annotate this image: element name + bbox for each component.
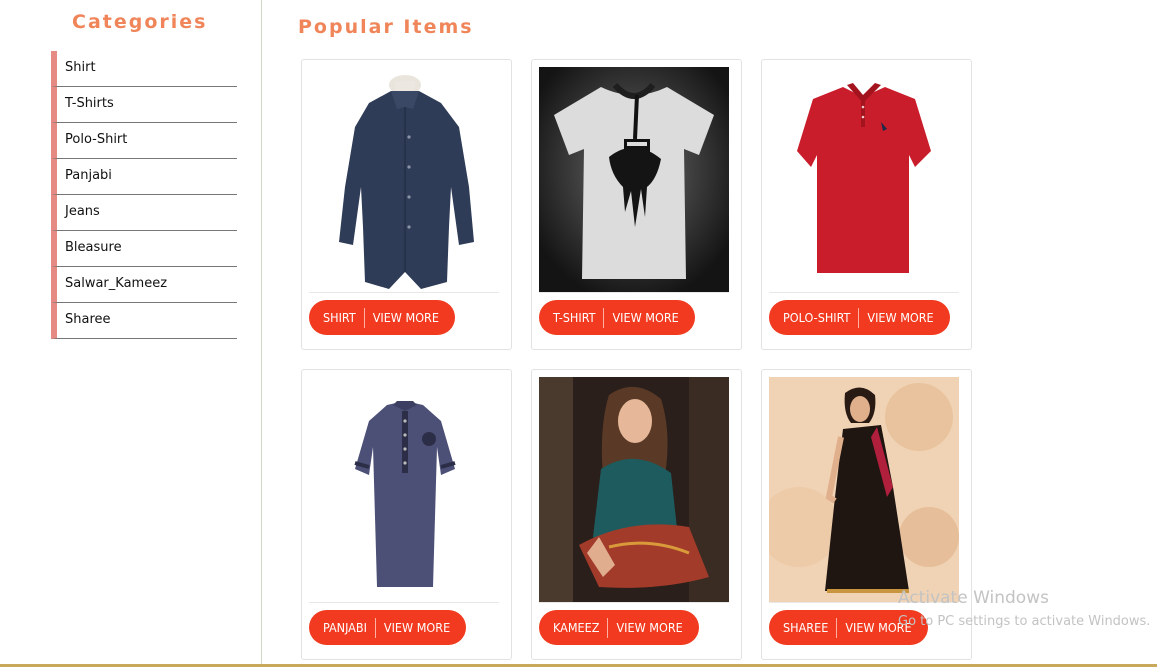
view-more-button[interactable]: VIEW MORE — [867, 310, 933, 325]
sidebar: Categories Shirt T-Shirts Polo-Shirt Pan… — [0, 0, 262, 667]
product-action-pill: T-SHIRT VIEW MORE — [539, 300, 695, 335]
product-action-pill: POLO-SHIRT VIEW MORE — [769, 300, 950, 335]
product-image-t-shirt[interactable] — [539, 67, 729, 292]
product-image-sharee[interactable] — [769, 377, 959, 602]
view-more-button[interactable]: VIEW MORE — [373, 310, 439, 325]
sidebar-item-jeans[interactable]: Jeans — [51, 195, 237, 231]
sidebar-item-panjabi[interactable]: Panjabi — [51, 159, 237, 195]
product-card-panjabi: PANJABI VIEW MORE — [301, 369, 512, 660]
product-card-shirt: SHIRT VIEW MORE — [301, 59, 512, 350]
pill-divider — [603, 307, 605, 328]
card-divider — [539, 602, 729, 603]
product-image-panjabi[interactable] — [309, 377, 499, 602]
product-action-pill: KAMEEZ VIEW MORE — [539, 610, 699, 645]
view-more-button[interactable]: VIEW MORE — [384, 620, 450, 635]
view-more-button[interactable]: VIEW MORE — [612, 310, 678, 325]
pill-divider — [607, 617, 609, 638]
popular-items-title: Popular Items — [298, 16, 474, 38]
sidebar-item-shirt[interactable]: Shirt — [51, 51, 237, 87]
pill-divider — [374, 617, 376, 638]
categories-title: Categories — [72, 11, 208, 33]
sidebar-item-bleasure[interactable]: Bleasure — [51, 231, 237, 267]
card-divider — [309, 292, 499, 293]
card-divider — [769, 292, 959, 293]
product-card-polo-shirt: POLO-SHIRT VIEW MORE — [761, 59, 972, 350]
pill-divider — [858, 307, 860, 328]
product-action-pill: PANJABI VIEW MORE — [309, 610, 467, 645]
product-action-pill: SHIRT VIEW MORE — [309, 300, 455, 335]
view-more-button[interactable]: VIEW MORE — [616, 620, 682, 635]
card-divider — [309, 602, 499, 603]
category-list: Shirt T-Shirts Polo-Shirt Panjabi Jeans … — [51, 51, 237, 339]
category-button-kameez[interactable]: KAMEEZ — [553, 620, 607, 635]
activate-windows-watermark: Activate Windows — [898, 588, 1049, 608]
sidebar-item-t-shirts[interactable]: T-Shirts — [51, 87, 237, 123]
product-card-kameez: KAMEEZ VIEW MORE — [531, 369, 742, 660]
category-button-t-shirt[interactable]: T-SHIRT — [553, 310, 603, 325]
pill-divider — [363, 307, 365, 328]
category-button-polo-shirt[interactable]: POLO-SHIRT — [783, 310, 858, 325]
sidebar-item-polo-shirt[interactable]: Polo-Shirt — [51, 123, 237, 159]
product-image-shirt[interactable] — [309, 67, 499, 292]
sidebar-item-salwar-kameez[interactable]: Salwar_Kameez — [51, 267, 237, 303]
sidebar-item-sharee[interactable]: Sharee — [51, 303, 237, 339]
product-image-polo-shirt[interactable] — [769, 67, 959, 292]
product-card-t-shirt: T-SHIRT VIEW MORE — [531, 59, 742, 350]
product-image-kameez[interactable] — [539, 377, 729, 602]
category-button-sharee[interactable]: SHAREE — [783, 620, 836, 635]
activate-windows-hint: Go to PC settings to activate Windows. — [898, 614, 1151, 629]
card-divider — [539, 292, 729, 293]
category-button-shirt[interactable]: SHIRT — [323, 310, 364, 325]
pill-divider — [836, 617, 838, 638]
category-button-panjabi[interactable]: PANJABI — [323, 620, 375, 635]
